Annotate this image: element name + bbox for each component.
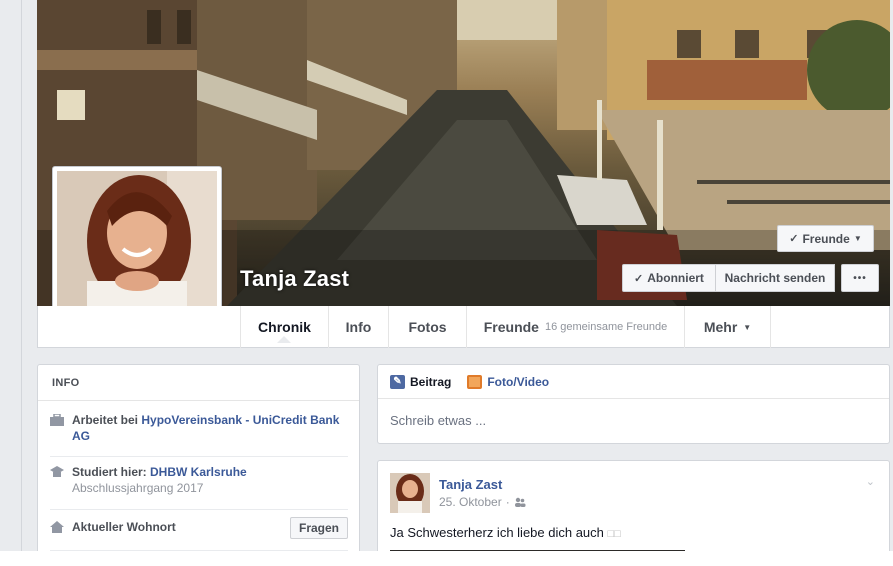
post-date[interactable]: 25. Oktober	[439, 495, 502, 509]
graduation-year: Abschlussjahrgang 2017	[72, 481, 204, 495]
friends-audience-icon[interactable]	[514, 497, 526, 507]
profile-name[interactable]: Tanja Zast	[240, 266, 349, 292]
check-icon: ✓	[634, 272, 644, 285]
composer-tabs: ✎ Beitrag Foto/Video	[378, 365, 889, 399]
info-location: Aktueller Wohnort Fragen	[50, 517, 348, 551]
meta-separator: ·	[505, 495, 510, 509]
info-card: INFO Arbeitet bei HypoVereinsbank - UniC…	[37, 364, 360, 564]
home-icon	[50, 521, 64, 533]
post-author-name[interactable]: Tanja Zast	[439, 477, 502, 492]
caret-down-icon: ▼	[853, 234, 862, 243]
ask-location-button[interactable]: Fragen	[290, 517, 348, 539]
mutual-friends-count: 16 gemeinsame Freunde	[544, 321, 668, 333]
tab-info[interactable]: Info	[329, 306, 389, 348]
tab-fotos[interactable]: Fotos	[389, 306, 467, 348]
post-author-avatar[interactable]	[390, 473, 430, 513]
work-prefix: Arbeitet bei	[72, 413, 142, 427]
more-dots-icon: •••	[853, 272, 867, 284]
send-message-button[interactable]: Nachricht senden	[716, 264, 835, 292]
info-work: Arbeitet bei HypoVereinsbank - UniCredit…	[50, 412, 348, 457]
study-prefix: Studiert hier:	[72, 465, 151, 479]
more-options-button[interactable]: •••	[841, 264, 879, 292]
tab-freunde-label: Freunde	[483, 319, 539, 335]
info-education: Studiert hier: DHBW Karlsruhe Abschlussj…	[50, 464, 348, 510]
info-title: INFO	[38, 365, 359, 401]
tab-freunde[interactable]: Freunde 16 gemeinsame Freunde	[467, 306, 685, 348]
tab-info-label: Info	[345, 319, 372, 335]
cover-action-buttons: ✓ Abonniert Nachricht senden •••	[622, 264, 879, 292]
tab-fotos-label: Fotos	[408, 319, 447, 335]
post-composer: ✎ Beitrag Foto/Video Schreib etwas ...	[377, 364, 890, 444]
caret-down-icon: ▼	[743, 322, 752, 332]
pencil-icon: ✎	[390, 374, 405, 389]
school-icon	[50, 466, 64, 477]
profile-tabs-bar: Chronik Info Fotos Freunde 16 gemeinsame…	[37, 306, 890, 348]
composer-tab-photo[interactable]: Foto/Video	[467, 374, 550, 389]
photo-icon	[467, 374, 483, 389]
tab-chronik-label: Chronik	[258, 319, 311, 335]
page-left-edge	[0, 0, 22, 566]
location-label: Aktueller Wohnort	[72, 520, 176, 534]
briefcase-icon	[50, 414, 64, 426]
post-text-body: Ja Schwesterherz ich liebe dich auch	[390, 525, 604, 540]
composer-tab-post[interactable]: ✎ Beitrag	[390, 374, 452, 389]
active-tab-pointer	[277, 336, 291, 343]
post-options-chevron-icon[interactable]: ⌄	[866, 475, 875, 488]
post-text: Ja Schwesterherz ich liebe dich auch □□	[390, 525, 621, 540]
post-meta: 25. Oktober ·	[439, 495, 526, 509]
post-text-emoji: □□	[607, 528, 621, 540]
composer-input[interactable]: Schreib etwas ...	[378, 399, 889, 442]
subscribed-button-label: Abonniert	[647, 271, 704, 285]
friends-button-label: Freunde	[802, 231, 850, 246]
school-link[interactable]: DHBW Karlsruhe	[150, 465, 247, 479]
subscribed-button[interactable]: ✓ Abonniert	[622, 264, 716, 292]
tab-mehr[interactable]: Mehr ▼	[685, 306, 771, 348]
screenshot-bottom-edge	[0, 551, 893, 566]
check-icon: ✓	[789, 233, 799, 245]
composer-tab-post-label: Beitrag	[410, 374, 452, 389]
tab-mehr-label: Mehr	[703, 319, 738, 335]
send-message-label: Nachricht senden	[724, 271, 826, 285]
composer-tab-photo-label: Foto/Video	[487, 374, 550, 389]
friends-button[interactable]: ✓ Freunde ▼	[777, 225, 874, 252]
